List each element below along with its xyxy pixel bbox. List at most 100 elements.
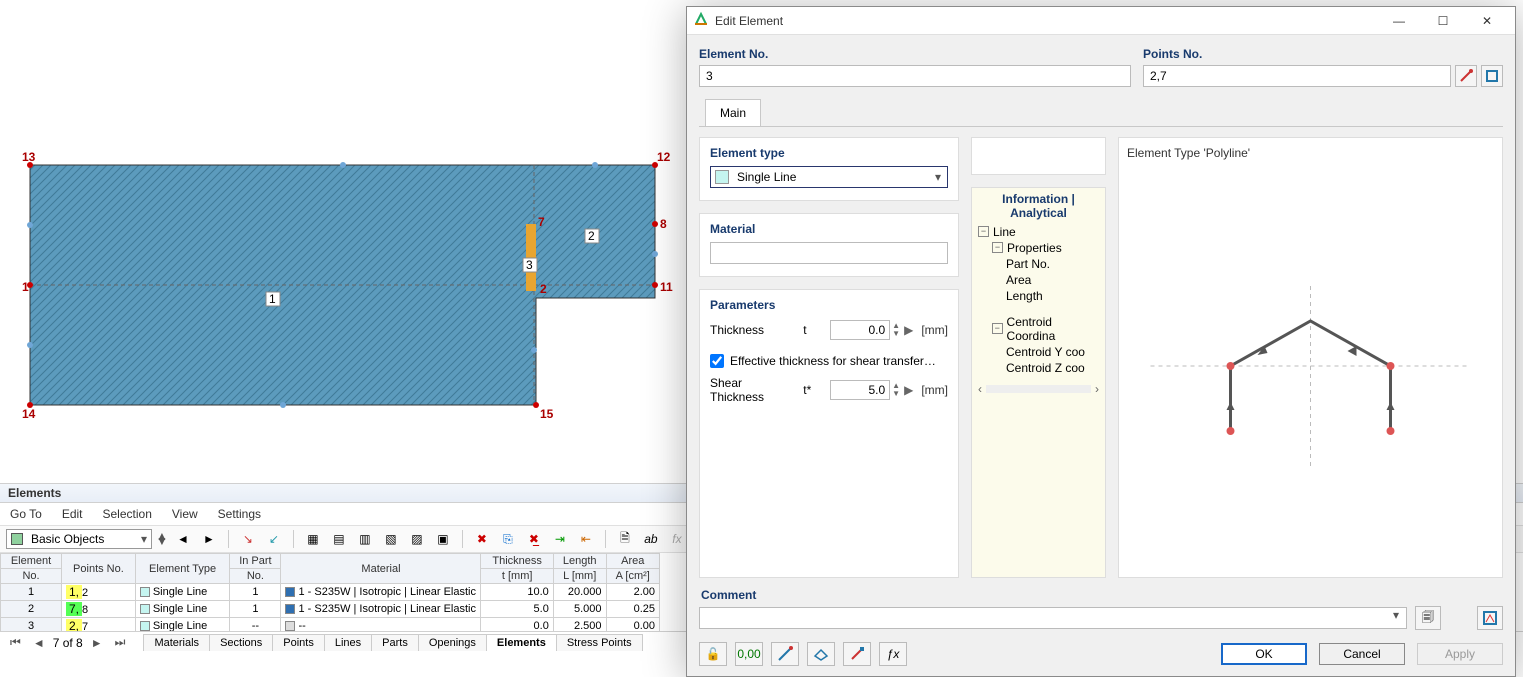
spin-down-icon[interactable]: ▼: [892, 390, 900, 398]
chevron-down-icon: ▾: [929, 170, 947, 184]
tab-sections[interactable]: Sections: [209, 634, 273, 651]
comment-library-icon[interactable]: 🗐: [1415, 606, 1441, 630]
units-icon[interactable]: 0,00: [735, 642, 763, 666]
table2-icon[interactable]: ▧: [380, 528, 402, 550]
points-no-input[interactable]: [1143, 65, 1451, 87]
parameters-label: Parameters: [710, 298, 948, 312]
table-row[interactable]: 27,8Single Line11 - S235W | Isotropic | …: [1, 601, 660, 618]
pick-window-icon[interactable]: [1481, 65, 1503, 87]
pick-points-icon[interactable]: [1455, 65, 1477, 87]
window-minimize-icon[interactable]: —: [1377, 7, 1421, 35]
table-row[interactable]: 11,2Single Line11 - S235W | Isotropic | …: [1, 584, 660, 601]
dialog-tabs: Main: [699, 99, 1503, 127]
play-icon[interactable]: ▶: [904, 383, 913, 397]
element-no-input[interactable]: [699, 65, 1131, 87]
delete-icon[interactable]: ✖: [471, 528, 493, 550]
node-icon[interactable]: [771, 642, 799, 666]
cancel-button[interactable]: Cancel: [1319, 643, 1405, 665]
copy-icon[interactable]: ⎘: [497, 528, 519, 550]
rename-icon[interactable]: ab: [640, 528, 662, 550]
tab-materials[interactable]: Materials: [143, 634, 210, 651]
pager-prev-icon[interactable]: ◄: [29, 636, 49, 650]
svg-text:1: 1: [22, 280, 29, 294]
points-no-label: Points No.: [1143, 47, 1503, 61]
element-type-dropdown[interactable]: Single Line ▾: [710, 166, 948, 188]
window-maximize-icon[interactable]: ☐: [1421, 7, 1465, 35]
thickness-input[interactable]: [830, 320, 890, 340]
table4-icon[interactable]: ▣: [432, 528, 454, 550]
panel-tabs: MaterialsSectionsPointsLinesPartsOpening…: [143, 634, 641, 651]
tree-collapse-icon[interactable]: −: [992, 323, 1003, 334]
pager-first-icon[interactable]: ⏮: [6, 635, 25, 650]
tab-elements[interactable]: Elements: [486, 634, 557, 651]
element-no-label: Element No.: [699, 47, 1131, 61]
svg-text:14: 14: [22, 407, 36, 421]
swatch-icon: [11, 533, 23, 545]
play-icon[interactable]: ▶: [904, 323, 913, 337]
function-icon[interactable]: ƒx: [879, 642, 907, 666]
material-label: Material: [710, 222, 948, 236]
table3-icon[interactable]: ▨: [406, 528, 428, 550]
menu-goto[interactable]: Go To: [10, 507, 42, 521]
shear-thickness-label: Shear Thickness: [710, 376, 795, 404]
comment-label: Comment: [699, 588, 1503, 602]
apply-button[interactable]: Apply: [1417, 643, 1503, 665]
comment-combo[interactable]: ▾: [699, 607, 1407, 629]
doc-icon[interactable]: 🗎: [614, 528, 636, 550]
grid2-icon[interactable]: ▤: [328, 528, 350, 550]
spin-down-icon[interactable]: ▼: [892, 330, 900, 338]
menu-settings[interactable]: Settings: [218, 507, 261, 521]
export-icon[interactable]: ⇤: [575, 528, 597, 550]
tab-openings[interactable]: Openings: [418, 634, 487, 651]
pager-last-icon[interactable]: ⏭: [111, 635, 130, 650]
delete-row-icon[interactable]: ✖̲: [523, 528, 545, 550]
dialog-title: Edit Element: [715, 14, 1377, 28]
grid-icon[interactable]: ▦: [302, 528, 324, 550]
elements-grid[interactable]: Element Points No. Element Type In Part …: [0, 553, 660, 631]
svg-text:3: 3: [526, 258, 533, 272]
svg-text:1: 1: [269, 292, 276, 306]
import-icon[interactable]: ⇥: [549, 528, 571, 550]
window-close-icon[interactable]: ✕: [1465, 7, 1509, 35]
nav-prev-icon[interactable]: ◄: [172, 528, 194, 550]
scroll-right-icon[interactable]: ›: [1095, 382, 1099, 396]
thickness-label: Thickness: [710, 323, 795, 337]
object-type-combo[interactable]: Basic Objects ▾: [6, 529, 152, 549]
menu-selection[interactable]: Selection: [103, 507, 152, 521]
svg-text:8: 8: [660, 217, 667, 231]
tab-parts[interactable]: Parts: [371, 634, 419, 651]
pick2-icon[interactable]: ↙: [263, 528, 285, 550]
table-icon[interactable]: ▥: [354, 528, 376, 550]
plane-icon[interactable]: [807, 642, 835, 666]
nav-next-icon[interactable]: ►: [198, 528, 220, 550]
tab-main[interactable]: Main: [705, 99, 761, 126]
effective-thickness-checkbox[interactable]: Effective thickness for shear transfer…: [710, 354, 948, 368]
dialog-titlebar[interactable]: Edit Element — ☐ ✕: [687, 7, 1515, 35]
tab-points[interactable]: Points: [272, 634, 325, 651]
fx-icon[interactable]: fx: [666, 528, 688, 550]
ok-button[interactable]: OK: [1221, 643, 1307, 665]
tree-collapse-icon[interactable]: −: [978, 226, 989, 237]
scroll-left-icon[interactable]: ‹: [978, 382, 982, 396]
chevron-down-icon: ▾: [1386, 608, 1406, 628]
table-row[interactable]: 32,7Single Line----0.02.5000.00: [1, 618, 660, 632]
menu-edit[interactable]: Edit: [62, 507, 83, 521]
shear-thickness-input[interactable]: [830, 380, 890, 400]
preview-toggle-icon[interactable]: [1477, 606, 1503, 630]
svg-text:2: 2: [588, 229, 595, 243]
unlock-icon[interactable]: 🔓: [699, 642, 727, 666]
info-panel: Information | Analytical −Line −Properti…: [971, 187, 1106, 578]
pager-next-icon[interactable]: ►: [87, 636, 107, 650]
scrollbar-track[interactable]: [986, 385, 1091, 393]
pick-icon[interactable]: ↘: [237, 528, 259, 550]
svg-text:11: 11: [660, 280, 673, 294]
svg-text:7: 7: [538, 215, 545, 229]
menu-view[interactable]: View: [172, 507, 198, 521]
tab-stress-points[interactable]: Stress Points: [556, 634, 643, 651]
material-input[interactable]: [710, 242, 948, 264]
tab-lines[interactable]: Lines: [324, 634, 372, 651]
tree-collapse-icon[interactable]: −: [992, 242, 1003, 253]
pager-text: 7 of 8: [53, 636, 83, 650]
member-icon[interactable]: [843, 642, 871, 666]
preview-panel: Element Type 'Polyline': [1118, 137, 1503, 578]
